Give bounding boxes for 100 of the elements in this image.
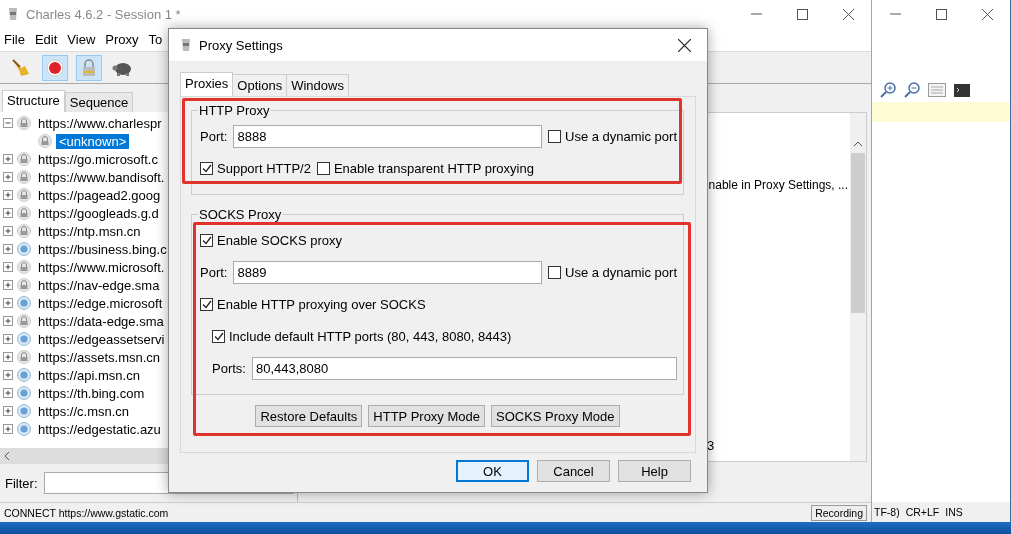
- dialog-button[interactable]: OK: [456, 460, 529, 482]
- tab[interactable]: Proxies: [180, 72, 234, 96]
- expand-icon[interactable]: [3, 424, 13, 434]
- expand-icon[interactable]: [3, 244, 13, 254]
- close-icon[interactable]: [842, 8, 854, 20]
- menu-item[interactable]: To: [148, 32, 163, 47]
- expand-icon[interactable]: [3, 190, 13, 200]
- terminal-icon[interactable]: [954, 83, 970, 97]
- lock-icon: [17, 224, 31, 238]
- tree-item[interactable]: https://www.microsoft.: [35, 259, 168, 275]
- tree-item[interactable]: https://ntp.msn.cn: [35, 223, 144, 239]
- port-field[interactable]: 8889: [233, 260, 542, 284]
- detail-text: 3: [706, 438, 716, 453]
- checkbox[interactable]: [212, 329, 225, 343]
- tree-item[interactable]: https://www.charlespr: [35, 115, 165, 131]
- lock-icon: [17, 188, 31, 202]
- globe-icon: [17, 422, 31, 436]
- tree-item[interactable]: <unknown>: [56, 133, 130, 149]
- ports-label: Ports:: [212, 360, 246, 376]
- tab[interactable]: Options: [232, 74, 288, 96]
- menu-item[interactable]: Proxy: [105, 32, 139, 47]
- tree-item[interactable]: https://edge.microsoft: [35, 295, 166, 311]
- globe-icon: [17, 368, 31, 382]
- port-field[interactable]: 8888: [233, 124, 542, 148]
- scroll-left-icon[interactable]: [4, 451, 10, 461]
- port-label: Port:: [200, 128, 228, 144]
- expand-icon[interactable]: [3, 208, 13, 218]
- tree-item[interactable]: https://assets.msn.cn: [35, 349, 164, 365]
- list-icon[interactable]: [928, 83, 946, 97]
- lock-icon: [17, 278, 31, 292]
- close-icon[interactable]: [677, 38, 691, 52]
- tree-item[interactable]: https://data-edge.sma: [35, 313, 167, 329]
- tree-item[interactable]: https://api.msn.cn: [35, 367, 143, 383]
- tree-item[interactable]: https://nav-edge.sma: [35, 277, 163, 293]
- tree-item[interactable]: https://edgeassetservi: [35, 331, 168, 347]
- tree-item[interactable]: https://go.microsoft.c: [35, 151, 161, 167]
- close-icon[interactable]: [981, 8, 993, 20]
- app-icon: [6, 6, 20, 22]
- dialog-button[interactable]: Cancel: [537, 460, 610, 482]
- tree-item[interactable]: https://business.bing.c: [35, 241, 170, 257]
- lock-icon: [17, 350, 31, 364]
- expand-icon[interactable]: [3, 316, 13, 326]
- tab[interactable]: Structure: [2, 90, 65, 112]
- tree-item[interactable]: https://www.bandisoft.: [35, 169, 168, 185]
- checkbox-label: Enable transparent HTTP proxying: [333, 160, 534, 176]
- menu-item[interactable]: File: [4, 32, 25, 47]
- status-text: CONNECT https://www.gstatic.com: [4, 506, 169, 519]
- lock-icon: [38, 134, 52, 148]
- expand-icon[interactable]: [3, 262, 13, 272]
- toolbar-button[interactable]: [42, 54, 68, 81]
- expand-icon[interactable]: [3, 172, 13, 182]
- tree-item[interactable]: https://c.msn.cn: [35, 403, 133, 419]
- zoom-out-icon[interactable]: [904, 82, 920, 98]
- tree-item[interactable]: https://pagead2.goog: [35, 187, 164, 203]
- expand-icon[interactable]: [3, 370, 13, 380]
- expand-icon[interactable]: [3, 298, 13, 308]
- zoom-in-icon[interactable]: [880, 82, 896, 98]
- checkbox[interactable]: [548, 265, 561, 279]
- group-title: SOCKS Proxy: [198, 207, 283, 222]
- lock-icon: [17, 260, 31, 274]
- expand-icon[interactable]: [3, 406, 13, 416]
- checkbox-label: Enable HTTP proxying over SOCKS: [217, 296, 426, 312]
- checkbox-label: Use a dynamic port: [565, 264, 677, 280]
- checkbox[interactable]: [200, 161, 213, 175]
- mode-button[interactable]: SOCKS Proxy Mode: [491, 405, 620, 427]
- expand-icon[interactable]: [3, 334, 13, 344]
- collapse-icon[interactable]: [3, 118, 13, 128]
- ports-field[interactable]: 80,443,8080: [251, 356, 677, 380]
- checkbox[interactable]: [200, 297, 213, 311]
- maximize-icon[interactable]: [796, 8, 808, 20]
- menu-item[interactable]: View: [67, 32, 96, 47]
- tab[interactable]: Windows: [286, 74, 349, 96]
- scroll-up-icon[interactable]: [853, 141, 863, 147]
- tree-item[interactable]: https://edgestatic.azu: [35, 421, 164, 437]
- maximize-icon[interactable]: [935, 8, 947, 20]
- mode-button[interactable]: HTTP Proxy Mode: [368, 405, 485, 427]
- expand-icon[interactable]: [3, 388, 13, 398]
- expand-icon[interactable]: [3, 352, 13, 362]
- tree-item[interactable]: https://googleads.g.d: [35, 205, 162, 221]
- checkbox[interactable]: [316, 161, 330, 175]
- lock-icon: [17, 116, 31, 130]
- expand-icon[interactable]: [3, 154, 13, 164]
- tree-item[interactable]: https://th.bing.com: [35, 385, 148, 401]
- expand-icon[interactable]: [3, 280, 13, 290]
- window-title: Charles 4.6.2 - Session 1 *: [26, 6, 182, 22]
- vertical-scrollbar[interactable]: [850, 113, 866, 461]
- lock-icon: [17, 206, 31, 220]
- mode-button[interactable]: Restore Defaults: [255, 405, 363, 427]
- dialog-title: Proxy Settings: [199, 37, 284, 53]
- tab[interactable]: Sequence: [64, 92, 134, 112]
- menu-item[interactable]: Edit: [34, 32, 58, 47]
- checkbox[interactable]: [200, 233, 213, 247]
- dialog-button[interactable]: Help: [618, 460, 691, 482]
- port-label: Port:: [200, 264, 228, 280]
- recording-button[interactable]: Recording: [811, 504, 867, 521]
- expand-icon[interactable]: [3, 226, 13, 236]
- record-icon: [46, 58, 64, 77]
- checkbox[interactable]: [548, 129, 561, 143]
- status-field: INS: [945, 506, 963, 518]
- app-icon: [179, 37, 193, 53]
